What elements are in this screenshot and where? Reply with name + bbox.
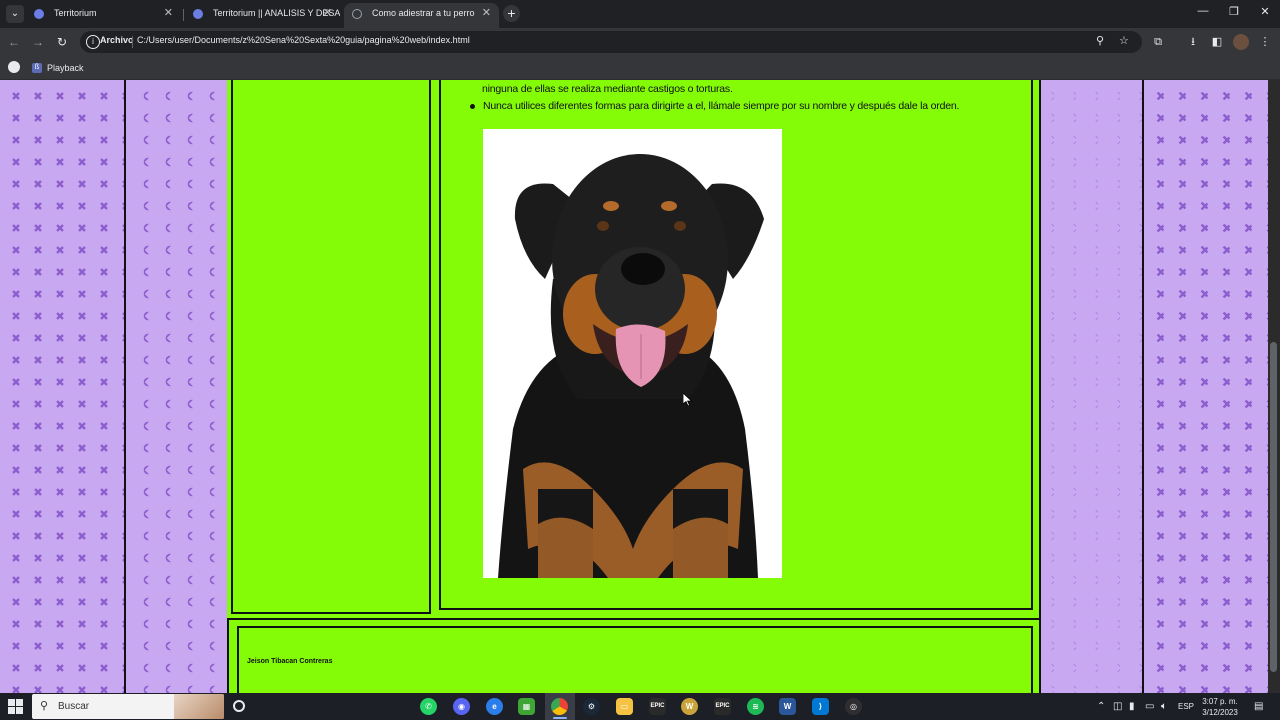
language-indicator[interactable]: ESP [1178, 702, 1194, 711]
notifications-icon[interactable]: ▤ [1254, 701, 1263, 712]
browser-toolbar: ← → ↻ i Archivo C:/Users/user/Documents/… [0, 28, 1280, 56]
url-scheme-chip: Archivo [100, 35, 134, 45]
chrome-icon[interactable] [551, 698, 568, 715]
page-viewport: ninguna de ellas se realiza mediante cas… [0, 80, 1280, 693]
bookmark-star-icon[interactable]: ☆ [1119, 34, 1129, 47]
steam-icon[interactable]: ⚙ [583, 698, 600, 715]
search-placeholder: Buscar [58, 701, 90, 712]
word-icon[interactable]: W [779, 698, 796, 715]
download-icon[interactable]: ⭳ [1185, 34, 1201, 50]
whatsapp-icon[interactable]: ✆ [420, 698, 437, 715]
rottweiler-dog-image [483, 129, 782, 578]
epic-games-icon[interactable]: EPIC [649, 698, 666, 715]
apps-icon[interactable] [8, 61, 20, 73]
globe-favicon-icon [352, 9, 362, 19]
tab-como-adiestrar[interactable]: Como adiestrar a tu perro ✕ [344, 3, 499, 28]
tab-territorium[interactable]: Territorium ✕ [26, 3, 181, 28]
tray-app-icon[interactable]: ◫ [1113, 701, 1122, 712]
tab-title: Como adiestrar a tu perro [372, 8, 475, 18]
column-divider [1142, 80, 1144, 693]
bookmark-playback[interactable]: ß Playback [32, 60, 84, 76]
info-icon[interactable]: i [86, 35, 100, 49]
tab-title: Territorium [54, 8, 97, 18]
restore-icon[interactable]: ❐ [1223, 5, 1245, 18]
tab-strip: ⌄ Territorium ✕ Territorium || ANALISIS … [0, 0, 1280, 28]
reload-icon[interactable]: ↻ [54, 34, 70, 50]
new-tab-button[interactable]: + [503, 5, 520, 22]
file-explorer-icon[interactable]: ▭ [616, 698, 633, 715]
bookmark-label: Playback [47, 63, 84, 73]
microphone-icon[interactable]: ▮ [1129, 701, 1135, 712]
tab-separator [183, 9, 184, 21]
windows-taskbar: ⚲ Buscar ✆ ◉ e ▦ ⚙ ▭ EPIC W EPIC ≋ W ⟩ ◎… [0, 693, 1280, 720]
close-window-icon[interactable]: ✕ [1254, 5, 1276, 18]
column-divider [124, 80, 126, 693]
mouse-cursor-icon [683, 393, 693, 407]
scrollbar-thumb[interactable] [1270, 342, 1277, 672]
left-sidebar-panel [231, 80, 431, 614]
tab-title: Territorium || ANALISIS Y DESA [213, 8, 340, 18]
taskbar-search-box[interactable]: ⚲ Buscar [32, 694, 224, 719]
territorium-favicon-icon [34, 9, 44, 19]
playback-favicon-icon: ß [32, 63, 42, 73]
back-arrow-icon[interactable]: ← [6, 34, 22, 50]
bookmarks-bar: ß Playback [0, 56, 1280, 80]
spotify-icon[interactable]: ≋ [747, 698, 764, 715]
close-tab-icon[interactable]: ✕ [482, 3, 491, 24]
minecraft-icon[interactable]: ▦ [518, 698, 535, 715]
discord-icon[interactable]: ◉ [453, 698, 470, 715]
search-highlight-image [174, 694, 224, 719]
edge-dev-icon[interactable]: e [486, 698, 503, 715]
territorium-favicon-icon [193, 9, 203, 19]
epic-games-icon-2[interactable]: EPIC [714, 698, 731, 715]
volume-icon[interactable]: 🔈︎ [1161, 701, 1167, 712]
address-bar[interactable]: i Archivo C:/Users/user/Documents/z%20Se… [80, 31, 1142, 53]
tab-search-button[interactable]: ⌄ [6, 5, 24, 23]
close-tab-icon[interactable]: ✕ [164, 3, 173, 24]
active-indicator [553, 717, 567, 719]
list-item-text: Nunca utilices diferentes formas para di… [483, 100, 960, 112]
more-menu-icon[interactable]: ⋮ [1257, 34, 1273, 50]
footer-inner [237, 626, 1033, 693]
side-panel-icon[interactable]: ◧ [1209, 34, 1225, 50]
minimize-icon[interactable]: — [1192, 5, 1214, 17]
network-icon[interactable]: ▭ [1145, 701, 1154, 712]
content-right-border [1039, 80, 1041, 693]
tab-territorium-analisis[interactable]: Territorium || ANALISIS Y DESA ✕ [185, 3, 340, 28]
taskbar-clock[interactable]: 3:07 p. m. 3/12/2023 [1196, 696, 1244, 718]
close-tab-icon[interactable]: ✕ [323, 3, 332, 24]
footer-author: Jeison Tibacan Contreras [247, 658, 333, 665]
windows-start-icon[interactable] [8, 699, 23, 714]
list-item-continuation: ninguna de ellas se realiza mediante cas… [482, 83, 733, 95]
wow-icon[interactable]: W [681, 698, 698, 715]
vscode-icon[interactable]: ⟩ [812, 698, 829, 715]
omnibox-divider [132, 36, 133, 48]
rottweiler-illustration [498, 154, 764, 578]
forward-arrow-icon[interactable]: → [30, 34, 46, 50]
obs-icon[interactable]: ◎ [845, 698, 862, 715]
profile-avatar[interactable] [1233, 34, 1249, 50]
clock-date: 3/12/2023 [1202, 708, 1238, 717]
task-view-icon[interactable] [233, 700, 245, 712]
extensions-icon[interactable]: ⧉ [1150, 34, 1166, 50]
url-text[interactable]: C:/Users/user/Documents/z%20Sena%20Sexta… [137, 35, 470, 45]
tray-overflow-icon[interactable]: ⌃ [1097, 701, 1105, 712]
zoom-icon[interactable]: ⚲ [1096, 34, 1104, 47]
clock-time: 3:07 p. m. [1202, 697, 1238, 706]
search-icon: ⚲ [40, 700, 49, 712]
page-scrollbar[interactable] [1268, 80, 1280, 693]
